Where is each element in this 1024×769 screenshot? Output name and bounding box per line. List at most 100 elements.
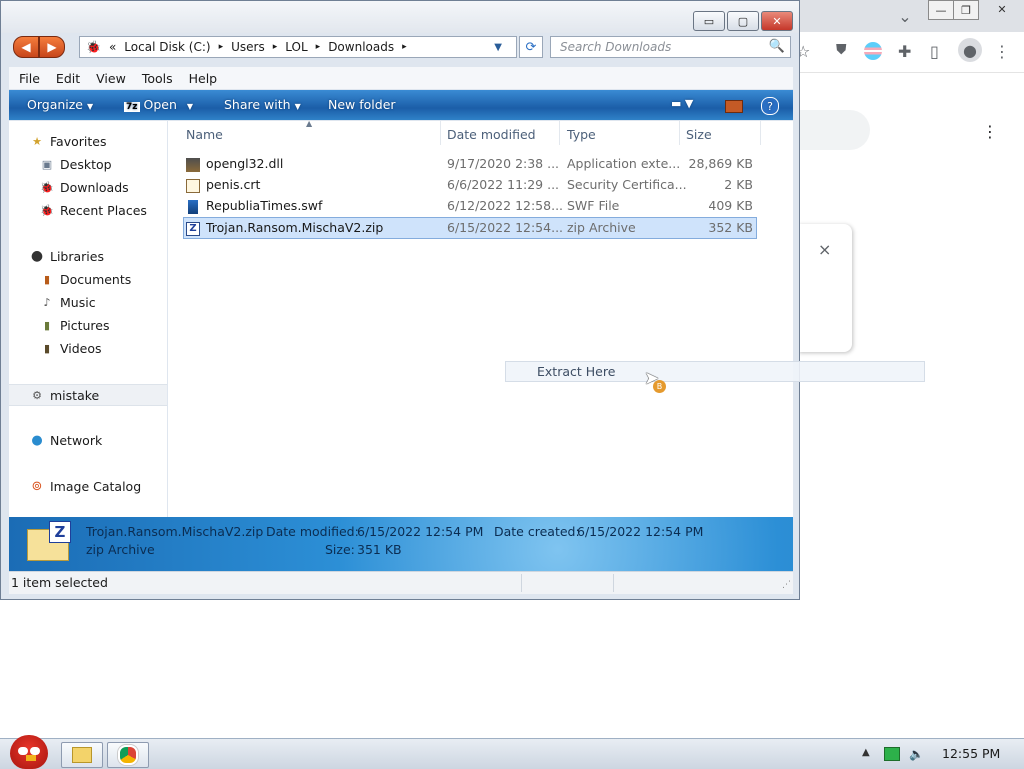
page-menu-icon[interactable]: ⋮ bbox=[982, 122, 998, 141]
profile-icon[interactable]: ● bbox=[958, 38, 982, 62]
column-date-modified[interactable]: Date modified bbox=[447, 127, 536, 142]
details-pane: Z Trojan.Ransom.MischaV2.zip zip Archive… bbox=[9, 517, 793, 571]
menu-tools[interactable]: Tools bbox=[142, 71, 173, 86]
taskbar-explorer-button[interactable] bbox=[61, 742, 103, 768]
close-button[interactable]: ✕ bbox=[761, 11, 793, 31]
table-row[interactable]: Z Trojan.Ransom.MischaV2.zip 6/15/2022 12… bbox=[183, 217, 757, 239]
menu-file[interactable]: File bbox=[19, 71, 40, 86]
search-placeholder: Search Downloads bbox=[560, 40, 672, 54]
nav-network[interactable]: ● Network bbox=[29, 430, 187, 450]
organize-button[interactable]: Organize ▼ bbox=[27, 97, 93, 112]
column-type[interactable]: Type bbox=[567, 127, 596, 142]
details-date-modified-label: Date modified: bbox=[266, 524, 359, 539]
breadcrumb-separator-icon[interactable]: ▸ bbox=[402, 42, 407, 52]
share-with-button[interactable]: Share with ▼ bbox=[224, 97, 301, 112]
zip-icon: Z bbox=[186, 221, 200, 236]
kebab-menu-icon[interactable]: ⋮ bbox=[994, 42, 1010, 61]
refresh-button[interactable]: ⟳ bbox=[519, 36, 543, 58]
column-divider[interactable] bbox=[760, 121, 761, 145]
breadcrumb-segment[interactable]: Downloads bbox=[328, 40, 394, 54]
table-row[interactable]: opengl32.dll 9/17/2020 2:38 ... Applicat… bbox=[183, 154, 757, 174]
shield-icon[interactable]: ⛊ bbox=[836, 42, 847, 58]
image-catalog-icon: ⊚ bbox=[31, 478, 43, 494]
recent-places-icon: 🐞 bbox=[40, 203, 54, 217]
menu-help[interactable]: Help bbox=[189, 71, 218, 86]
details-size: 351 KB bbox=[357, 542, 402, 557]
new-folder-button[interactable]: New folder bbox=[328, 97, 396, 112]
taskbar-clock[interactable]: 12:55 PM bbox=[942, 746, 1000, 761]
chrome-search-pill[interactable] bbox=[798, 110, 870, 150]
nav-favorites[interactable]: ★ Favorites bbox=[29, 131, 187, 151]
file-list: ▲ Name Date modified Type Size opengl32.… bbox=[168, 119, 793, 517]
column-divider[interactable] bbox=[679, 121, 680, 145]
details-filename: Trojan.Ransom.MischaV2.zip bbox=[86, 524, 264, 539]
flag-icon[interactable] bbox=[864, 42, 882, 60]
chrome-minimize-button[interactable]: — bbox=[928, 0, 954, 20]
folder-icon: 🐞 bbox=[86, 40, 101, 54]
forward-button[interactable]: ▶ bbox=[39, 36, 65, 58]
column-name[interactable]: Name bbox=[186, 127, 223, 142]
music-icon: ♪ bbox=[43, 295, 51, 309]
network-tray-icon[interactable] bbox=[884, 747, 900, 761]
table-row[interactable]: RepubliaTimes.swf 6/12/2022 12:58... SWF… bbox=[183, 196, 757, 216]
taskbar: ▲ 🔈 12:55 PM bbox=[0, 735, 1024, 769]
details-date-modified: 6/15/2022 12:54 PM bbox=[357, 524, 484, 539]
breadcrumb-separator-icon[interactable]: ▸ bbox=[316, 42, 321, 52]
breadcrumb-separator-icon[interactable]: ▸ bbox=[273, 42, 278, 52]
network-icon: ● bbox=[31, 432, 43, 448]
chrome-icon bbox=[118, 745, 138, 765]
tray-expand-icon[interactable]: ▲ bbox=[862, 747, 870, 758]
close-icon[interactable]: × bbox=[818, 240, 831, 259]
column-divider[interactable] bbox=[559, 121, 560, 145]
search-input[interactable]: Search Downloads 🔍 bbox=[550, 36, 791, 58]
7zip-icon: 7z bbox=[124, 102, 140, 112]
search-icon[interactable]: 🔍 bbox=[769, 39, 785, 54]
column-divider[interactable] bbox=[440, 121, 441, 145]
chevron-down-icon[interactable]: ▼ bbox=[494, 42, 502, 53]
puzzle-icon[interactable]: ✚ bbox=[898, 42, 911, 61]
nav-image-catalog[interactable]: ⊚ Image Catalog bbox=[29, 476, 187, 496]
chrome-tab-strip: ⌄ — ❐ ✕ bbox=[798, 0, 1024, 32]
help-icon[interactable]: ? bbox=[761, 97, 779, 115]
maximize-button[interactable]: ▢ bbox=[727, 11, 759, 31]
breadcrumb-segment[interactable]: Users bbox=[231, 40, 265, 54]
table-row[interactable]: penis.crt 6/6/2022 11:29 ... Security Ce… bbox=[183, 175, 757, 195]
breadcrumb-separator-icon[interactable]: ▸ bbox=[219, 42, 224, 52]
address-bar[interactable]: 🐞 « Local Disk (C:) ▸ Users ▸ LOL ▸ Down… bbox=[79, 36, 517, 58]
breadcrumb-segment[interactable]: Local Disk (C:) bbox=[124, 40, 210, 54]
status-bar: 1 item selected ⋰ bbox=[9, 571, 793, 594]
nav-libraries[interactable]: ● Libraries bbox=[29, 246, 187, 266]
chrome-close-button[interactable]: ✕ bbox=[982, 0, 1022, 18]
navigation-row: ◀ ▶ 🐞 « Local Disk (C:) ▸ Users ▸ LOL ▸ … bbox=[1, 33, 799, 63]
view-options-icon[interactable]: ▬ ▼ bbox=[671, 97, 693, 110]
explorer-window: ▭ ▢ ✕ ◀ ▶ 🐞 « Local Disk (C:) ▸ Users ▸ … bbox=[0, 0, 800, 600]
chrome-restore-button[interactable]: ❐ bbox=[953, 0, 979, 20]
sort-arrow-icon: ▲ bbox=[306, 119, 313, 128]
details-date-created: 6/15/2022 12:54 PM bbox=[577, 524, 704, 539]
volume-icon[interactable]: 🔈 bbox=[909, 747, 924, 761]
menu-view[interactable]: View bbox=[96, 71, 126, 86]
start-button[interactable] bbox=[4, 731, 50, 769]
sidepanel-icon[interactable]: ▯ bbox=[930, 42, 939, 61]
details-size-label: Size: bbox=[325, 542, 355, 557]
minimize-button[interactable]: ▭ bbox=[693, 11, 725, 31]
back-forward-buttons: ◀ ▶ bbox=[13, 36, 65, 58]
folder-icon bbox=[72, 747, 92, 763]
taskbar-chrome-button[interactable] bbox=[107, 742, 149, 768]
menu-edit[interactable]: Edit bbox=[56, 71, 80, 86]
angry-bird-icon bbox=[10, 735, 48, 769]
open-button[interactable]: 7z Open ▼ bbox=[124, 97, 193, 112]
details-type: zip Archive bbox=[86, 542, 155, 557]
resize-grip-icon[interactable]: ⋰ bbox=[782, 580, 791, 590]
nav-mistake[interactable]: ⚙ mistake bbox=[9, 384, 167, 406]
status-text: 1 item selected bbox=[11, 575, 108, 590]
documents-icon: ▮ bbox=[43, 272, 51, 286]
breadcrumb-segment[interactable]: LOL bbox=[285, 40, 307, 54]
zip-folder-icon: Z bbox=[27, 521, 71, 561]
back-button[interactable]: ◀ bbox=[13, 36, 39, 58]
preview-pane-icon[interactable] bbox=[725, 100, 743, 113]
column-size[interactable]: Size bbox=[686, 127, 712, 142]
chevron-down-icon[interactable]: ⌄ bbox=[898, 6, 912, 26]
chrome-toolbar: ☆ ⛊ ✚ ▯ ● ⋮ bbox=[796, 32, 1024, 73]
status-divider bbox=[613, 574, 614, 592]
